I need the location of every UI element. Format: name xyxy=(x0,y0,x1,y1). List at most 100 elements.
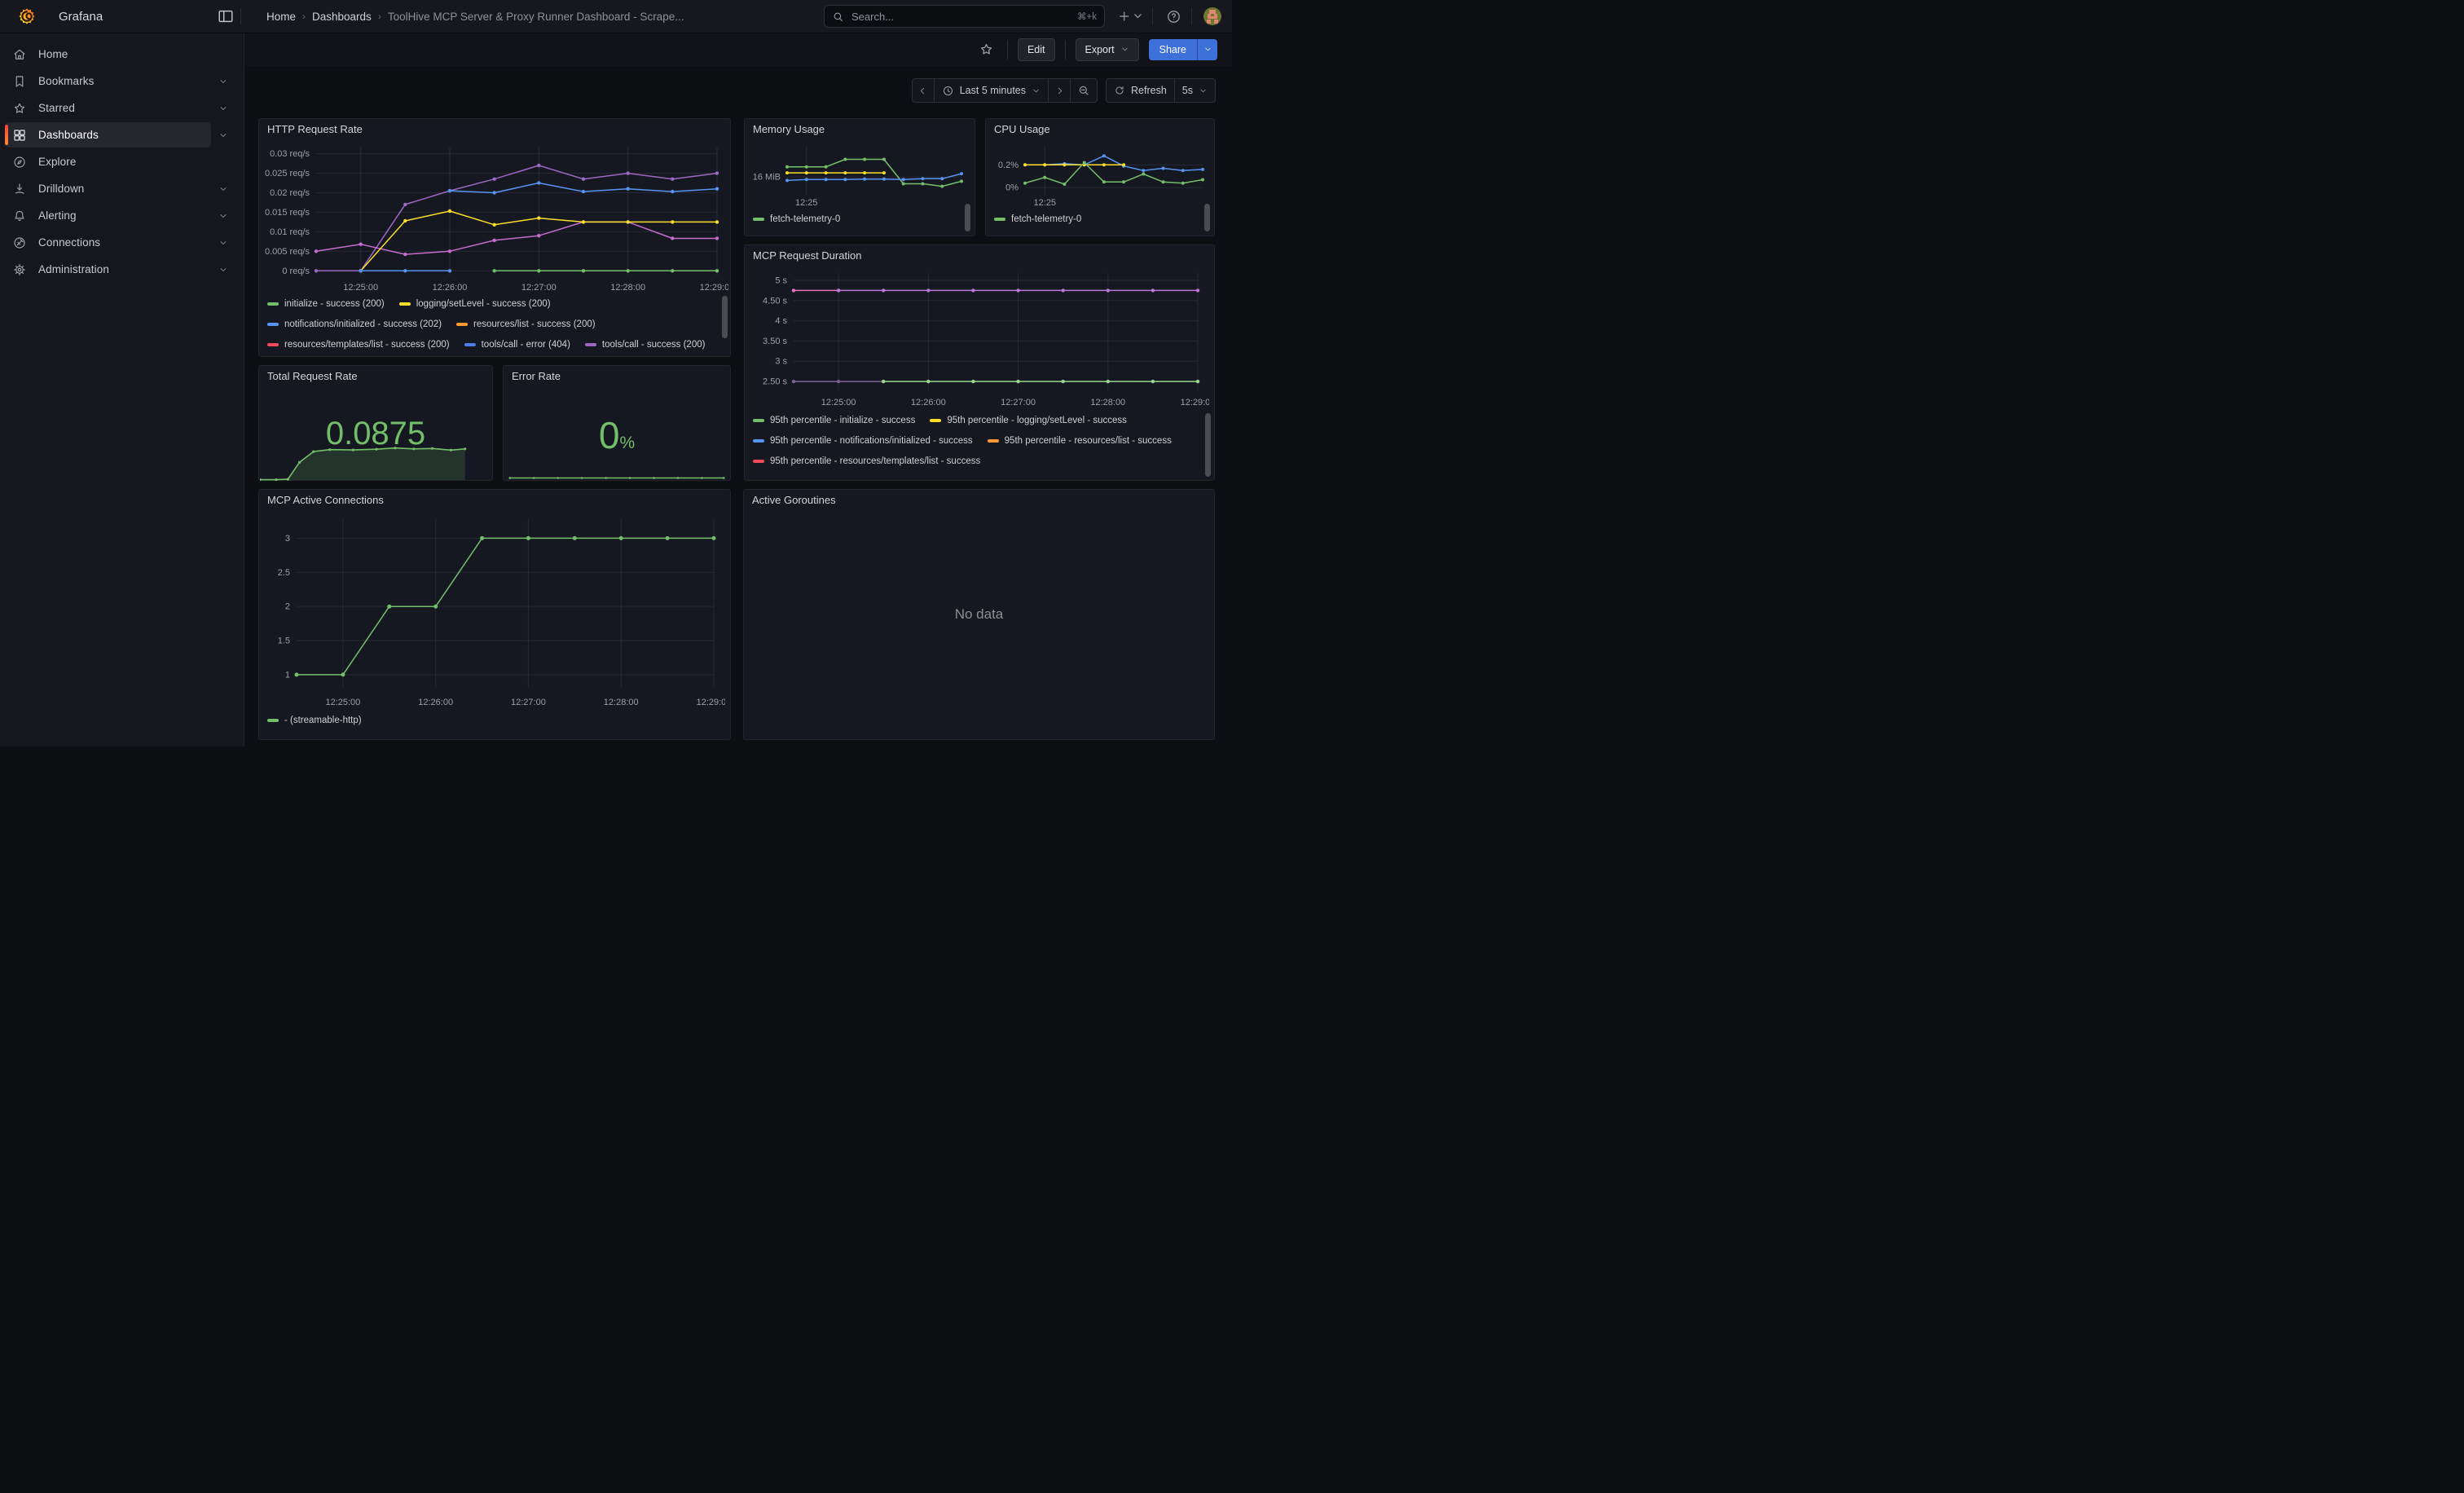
svg-text:1.5: 1.5 xyxy=(278,636,290,646)
svg-text:12:27:00: 12:27:00 xyxy=(521,283,557,293)
legend-item[interactable]: 95th percentile - notifications/initiali… xyxy=(753,430,973,451)
legend-item[interactable]: resources/templates/list - success (200) xyxy=(267,334,450,355)
memory-usage-chart[interactable]: 16 MiB12:25 xyxy=(746,139,970,209)
refresh-interval-picker[interactable]: 5s xyxy=(1174,79,1215,102)
mcp-request-duration-chart[interactable]: 2.50 s3 s3.50 s4 s4.50 s5 s12:25:0012:26… xyxy=(746,265,1209,408)
refresh-button[interactable]: Refresh xyxy=(1107,79,1174,102)
http-request-rate-chart[interactable]: 0 req/s0.005 req/s0.01 req/s0.015 req/s0… xyxy=(261,140,728,293)
legend-swatch-icon xyxy=(753,419,764,422)
legend-item[interactable]: tools/call - error (404) xyxy=(464,334,570,355)
legend-scrollbar[interactable] xyxy=(1204,204,1210,231)
legend-label: 95th percentile - notifications/initiali… xyxy=(770,436,973,446)
search-input[interactable] xyxy=(850,10,1071,24)
cpu-usage-chart[interactable]: 0.2%0%12:25 xyxy=(988,139,1211,209)
sidebar-item-connections[interactable]: Connections xyxy=(5,230,211,255)
legend-item[interactable]: - (streamable-http) xyxy=(267,710,362,730)
legend-item[interactable]: logging/setLevel - success (200) xyxy=(399,293,551,314)
panel-title[interactable]: Error Rate xyxy=(512,370,561,382)
mcp-active-connections-chart[interactable]: 11.522.5312:25:0012:26:0012:27:0012:28:0… xyxy=(261,509,725,708)
sidebar-toggle-icon[interactable] xyxy=(217,7,235,25)
share-button[interactable]: Share xyxy=(1149,39,1217,60)
brand-name: Grafana xyxy=(59,0,103,33)
svg-text:2.50 s: 2.50 s xyxy=(763,377,787,387)
divider xyxy=(240,8,241,24)
cpu-legend: fetch-telemetry-0 xyxy=(994,209,1195,230)
time-shift-back-button[interactable] xyxy=(913,79,934,102)
legend-swatch-icon xyxy=(267,719,279,722)
sidebar-expand-drilldown[interactable] xyxy=(211,176,235,201)
help-icon[interactable] xyxy=(1164,7,1182,25)
sidebar-item-drilldown[interactable]: Drilldown xyxy=(5,176,211,201)
apps-icon xyxy=(12,128,27,143)
legend-swatch-icon xyxy=(994,218,1005,221)
zoom-out-button[interactable] xyxy=(1070,79,1097,102)
legend-item[interactable]: notifications/initialized - success (202… xyxy=(267,314,442,334)
legend-item[interactable]: 95th percentile - resources/templates/li… xyxy=(753,451,980,471)
sidebar-expand-alerting[interactable] xyxy=(211,203,235,228)
panel-title[interactable]: Memory Usage xyxy=(753,123,825,135)
edit-label: Edit xyxy=(1027,44,1045,55)
panel-title[interactable]: MCP Active Connections xyxy=(267,494,384,506)
chevron-down-icon xyxy=(1032,86,1041,95)
legend-item[interactable]: unknown - success (200) xyxy=(399,355,521,358)
legend-item[interactable]: 95th percentile - initialize - success xyxy=(753,410,915,430)
breadcrumb-home[interactable]: Home xyxy=(266,11,296,23)
export-button[interactable]: Export xyxy=(1076,38,1139,61)
svg-text:16 MiB: 16 MiB xyxy=(753,173,781,183)
panel-title[interactable]: CPU Usage xyxy=(994,123,1050,135)
sidebar-expand-administration[interactable] xyxy=(211,257,235,282)
legend-scrollbar[interactable] xyxy=(722,296,728,338)
legend-scrollbar[interactable] xyxy=(965,204,970,231)
chevron-down-icon xyxy=(218,238,228,248)
legend-item[interactable]: fetch-telemetry-0 xyxy=(994,209,1081,229)
time-shift-forward-button[interactable] xyxy=(1048,79,1070,102)
sidebar-item-dashboards[interactable]: Dashboards xyxy=(5,122,211,148)
svg-text:12:27:00: 12:27:00 xyxy=(511,698,546,707)
edit-button[interactable]: Edit xyxy=(1018,38,1055,61)
add-new-button[interactable] xyxy=(1115,7,1146,25)
panel-title[interactable]: MCP Request Duration xyxy=(753,249,861,262)
svg-text:0.015 req/s: 0.015 req/s xyxy=(265,208,310,218)
legend-swatch-icon xyxy=(585,343,596,346)
chevron-down-icon xyxy=(218,77,228,86)
legend-swatch-icon xyxy=(464,343,476,346)
sidebar-item-label: Connections xyxy=(38,236,100,249)
sidebar-expand-starred[interactable] xyxy=(211,95,235,121)
sidebar: Home Bookmarks Starred xyxy=(0,33,244,746)
sidebar-item-alerting[interactable]: Alerting xyxy=(5,203,211,228)
sidebar-expand-bookmarks[interactable] xyxy=(211,68,235,94)
legend-item[interactable]: tools/list - success (200) xyxy=(267,355,385,358)
legend-label: - (streamable-http) xyxy=(284,716,362,725)
legend-item[interactable]: tools/call - success (200) xyxy=(585,334,706,355)
time-range-picker[interactable]: Last 5 minutes xyxy=(934,79,1048,102)
legend-label: 95th percentile - logging/setLevel - suc… xyxy=(947,416,1127,425)
sidebar-row-administration: Administration xyxy=(0,256,244,283)
legend-scrollbar[interactable] xyxy=(1205,413,1211,477)
legend-item[interactable]: 95th percentile - logging/setLevel - suc… xyxy=(930,410,1127,430)
sidebar-item-home[interactable]: Home xyxy=(5,42,235,67)
drilldown-icon xyxy=(12,182,27,196)
legend-item[interactable]: 95th percentile - resources/list - succe… xyxy=(988,430,1172,451)
avatar[interactable] xyxy=(1203,7,1221,25)
svg-text:12:28:00: 12:28:00 xyxy=(604,698,639,707)
legend-item[interactable]: initialize - success (200) xyxy=(267,293,385,314)
sidebar-item-bookmarks[interactable]: Bookmarks xyxy=(5,68,211,94)
sidebar-item-starred[interactable]: Starred xyxy=(5,95,211,121)
chart-svg xyxy=(505,469,728,480)
share-menu-button[interactable] xyxy=(1197,39,1217,60)
breadcrumb-dashboards[interactable]: Dashboards xyxy=(312,11,372,23)
chevron-down-icon xyxy=(218,130,228,140)
sidebar-item-administration[interactable]: Administration xyxy=(5,257,211,282)
grafana-logo[interactable] xyxy=(16,6,37,27)
sidebar-expand-connections[interactable] xyxy=(211,230,235,255)
sidebar-item-explore[interactable]: Explore xyxy=(5,149,235,174)
time-range-group: Last 5 minutes xyxy=(912,78,1098,103)
panel-title[interactable]: HTTP Request Rate xyxy=(267,123,363,135)
star-dashboard-button[interactable] xyxy=(976,39,997,60)
error-rate-unit: % xyxy=(619,434,635,452)
legend-item[interactable]: resources/list - success (200) xyxy=(456,314,596,334)
legend-item[interactable]: fetch-telemetry-0 xyxy=(753,209,840,229)
chevron-right-icon xyxy=(1054,86,1065,96)
panel-title[interactable]: Total Request Rate xyxy=(267,370,358,382)
sidebar-expand-dashboards[interactable] xyxy=(211,122,235,148)
